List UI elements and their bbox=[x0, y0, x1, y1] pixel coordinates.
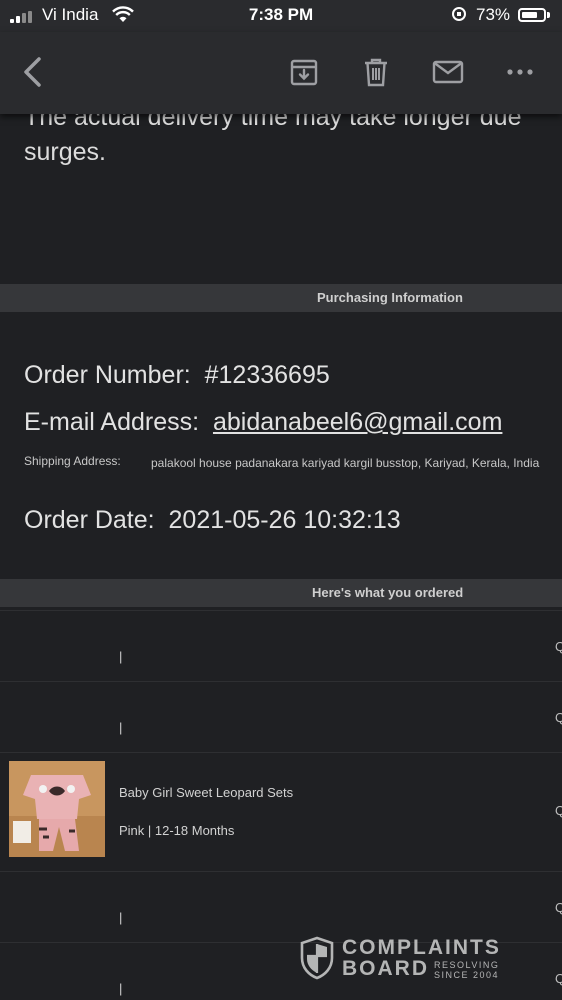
order-date-value: 2021-05-26 10:32:13 bbox=[168, 506, 401, 534]
mail-toolbar bbox=[0, 32, 562, 114]
complaints-board-watermark: COMPLAINTS BOARD RESOLVING SINCE 2004 bbox=[300, 936, 520, 986]
shield-logo-icon bbox=[300, 936, 334, 980]
email-link[interactable]: abidanabeel6@gmail.com bbox=[213, 408, 502, 436]
watermark-tagline: RESOLVING SINCE 2004 bbox=[434, 960, 500, 980]
list-item[interactable]: | Q bbox=[0, 871, 562, 942]
rotation-lock-icon bbox=[452, 7, 466, 21]
order-number-value: #12336695 bbox=[204, 361, 330, 389]
product-image bbox=[9, 761, 105, 857]
product-thumbnail[interactable] bbox=[9, 761, 105, 857]
product-name: Baby Girl Sweet Leopard Sets bbox=[119, 785, 294, 800]
battery-icon bbox=[518, 8, 546, 22]
mail-icon bbox=[432, 60, 464, 84]
back-icon bbox=[24, 57, 41, 87]
more-icon bbox=[507, 69, 533, 75]
ordered-items-header: Here's what you ordered bbox=[0, 579, 562, 607]
order-number-line: Order Number: #12336695 bbox=[24, 361, 330, 390]
shipping-address-label: Shipping Address: bbox=[24, 454, 121, 468]
more-button[interactable] bbox=[495, 32, 545, 112]
list-item[interactable]: | Q bbox=[0, 681, 562, 752]
back-button[interactable] bbox=[8, 32, 58, 112]
email-body[interactable]: The actual delivery time may take longer… bbox=[0, 114, 562, 1000]
email-label: E-mail Address: bbox=[24, 408, 200, 436]
archive-button[interactable] bbox=[279, 32, 329, 112]
delivery-notice: The actual delivery time may take longer… bbox=[24, 114, 522, 166]
order-date-line: Order Date: 2021-05-26 10:32:13 bbox=[24, 506, 401, 535]
delete-button[interactable] bbox=[351, 32, 401, 112]
trash-icon bbox=[365, 58, 387, 87]
email-address-line: E-mail Address: abidanabeel6@gmail.com bbox=[24, 408, 502, 437]
list-item[interactable]: | Q bbox=[0, 610, 562, 681]
shipping-address-value: palakool house padanakara kariyad kargil… bbox=[151, 456, 540, 470]
purchasing-info-header: Purchasing Information bbox=[0, 284, 562, 312]
battery-tip bbox=[547, 12, 550, 18]
order-date-label: Order Date: bbox=[24, 506, 155, 534]
product-variant: Pink | 12-18 Months bbox=[119, 823, 235, 838]
status-bar: Vi India 7:38 PM 73% bbox=[0, 0, 562, 32]
archive-icon bbox=[290, 59, 318, 86]
mail-button[interactable] bbox=[423, 32, 473, 112]
list-item[interactable]: Baby Girl Sweet Leopard Sets Pink | 12-1… bbox=[0, 752, 562, 871]
order-number-label: Order Number: bbox=[24, 361, 191, 389]
battery-percent: 73% bbox=[476, 5, 511, 24]
